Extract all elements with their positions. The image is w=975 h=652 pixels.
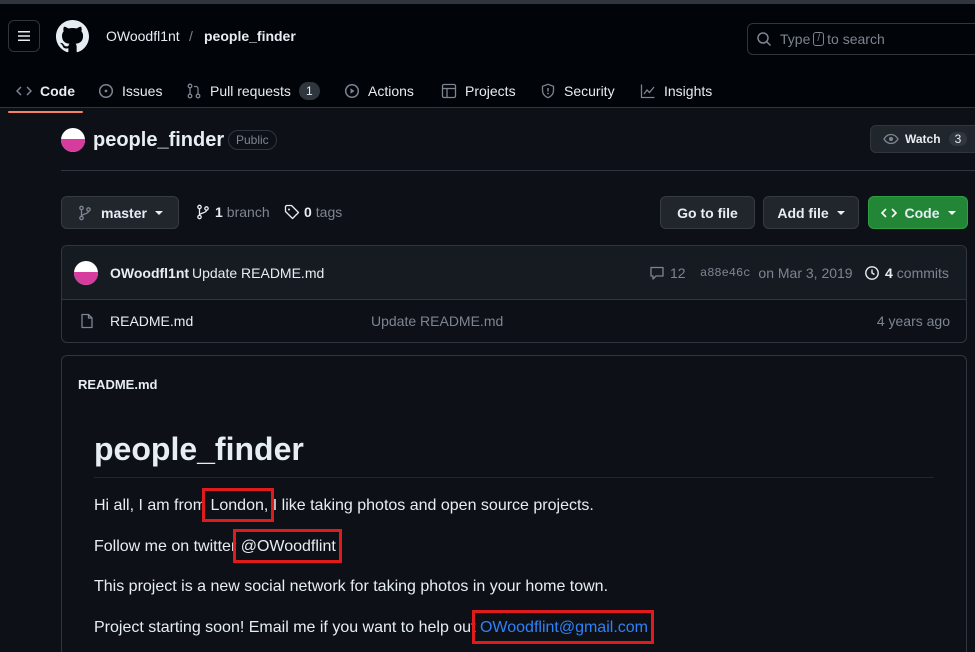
pull-requests-count: 1	[298, 82, 320, 100]
github-logo-icon[interactable]	[56, 20, 89, 53]
p2-text-pre: Follow me on twitter	[94, 538, 237, 555]
commit-author[interactable]: OWoodfl1nt	[110, 265, 189, 281]
tab-issues-label: Issues	[122, 83, 163, 99]
comment-count: 12	[670, 265, 686, 281]
tags-link[interactable]: 0 tags	[284, 204, 342, 220]
file-name[interactable]: README.md	[110, 313, 193, 329]
visibility-badge: Public	[228, 130, 277, 150]
table-icon	[441, 83, 457, 99]
file-age: 4 years ago	[876, 313, 950, 329]
tag-word: tags	[315, 204, 343, 220]
global-header: OWoodfl1nt / people_finder Type / to sea…	[0, 0, 975, 113]
branch-icon	[79, 205, 91, 220]
tab-projects[interactable]: Projects	[441, 70, 516, 112]
readme-box: README.md people_finder Hi all, I am fro…	[61, 355, 967, 652]
commits-history-link[interactable]: 4 commits	[864, 265, 949, 281]
search-placeholder-post: to search	[827, 31, 885, 47]
search-placeholder-pre: Type	[780, 31, 811, 47]
code-button-label: Code	[904, 204, 940, 221]
watch-label: Watch	[905, 132, 941, 146]
repo-title[interactable]: people_finder	[93, 129, 224, 152]
commit-comments[interactable]: 12	[649, 265, 686, 281]
add-file-button[interactable]: Add file	[763, 196, 859, 229]
p4-text-pre: Project starting soon! Email me if you w…	[94, 619, 476, 636]
breadcrumb-separator: /	[189, 28, 193, 44]
header-divider	[61, 170, 975, 171]
owner-link[interactable]: OWoodfl1nt	[106, 28, 180, 44]
hamburger-icon	[18, 31, 30, 41]
file-icon	[81, 313, 93, 329]
shield-icon	[541, 83, 555, 99]
readme-heading: people_finder	[94, 431, 304, 467]
tab-security-label: Security	[564, 83, 615, 99]
commit-message[interactable]: Update README.md	[192, 265, 324, 281]
readme-paragraph-location: Hi all, I am from London, I like taking …	[94, 497, 594, 515]
issue-icon	[98, 83, 114, 99]
add-file-label: Add file	[777, 204, 829, 221]
tab-pull-requests-label: Pull requests	[210, 83, 291, 99]
search-icon	[757, 32, 772, 47]
pull-request-icon	[187, 83, 201, 99]
file-commit-message[interactable]: Update README.md	[371, 313, 503, 329]
tab-projects-label: Projects	[465, 83, 516, 99]
search-input[interactable]: Type / to search	[747, 23, 975, 55]
code-dropdown-button[interactable]: Code	[868, 196, 968, 229]
tab-insights-label: Insights	[664, 83, 713, 99]
p1-text-post: I like taking photos and open source pro…	[272, 497, 594, 514]
tab-pull-requests[interactable]: Pull requests 1	[186, 70, 320, 112]
latest-commit-bar: OWoodfl1nt Update README.md 12 a88e46c o…	[62, 246, 966, 300]
repo-nav-tabs: Code Issues Pull requests 1 Actions Proj…	[0, 70, 975, 113]
commits-count: 4	[885, 265, 893, 281]
graph-icon	[640, 84, 655, 99]
tab-insights[interactable]: Insights	[640, 70, 712, 112]
readme-paragraph-twitter: Follow me on twitter @OWoodflint	[94, 538, 336, 556]
comment-icon	[650, 266, 664, 280]
tag-icon	[284, 204, 300, 220]
tab-security[interactable]: Security	[540, 70, 615, 112]
tab-code-label: Code	[40, 83, 75, 99]
commit-date: on Mar 3, 2019	[758, 265, 853, 281]
history-icon	[865, 266, 879, 280]
readme-paragraph-email: Project starting soon! Email me if you w…	[94, 619, 648, 637]
tab-issues[interactable]: Issues	[98, 70, 162, 112]
branch-word: branch	[226, 204, 270, 220]
tag-count: 0	[304, 204, 312, 220]
branch-count: 1	[215, 204, 223, 220]
commit-author-avatar[interactable]	[74, 261, 98, 285]
tab-actions-label: Actions	[368, 83, 414, 99]
tab-actions[interactable]: Actions	[344, 70, 414, 112]
search-shortcut-key: /	[813, 32, 825, 46]
watch-button[interactable]: Watch 3	[870, 125, 975, 153]
chevron-down-icon	[836, 210, 845, 215]
highlighted-twitter-handle: @OWoodflint	[240, 538, 336, 555]
branches-link[interactable]: 1 branch	[195, 204, 270, 220]
tab-code[interactable]: Code	[8, 70, 83, 113]
commit-sha[interactable]: a88e46c	[700, 266, 750, 280]
play-icon	[344, 83, 360, 99]
eye-icon	[883, 133, 899, 145]
email-link[interactable]: OWoodflint@gmail.com	[480, 619, 648, 636]
branch-name: master	[101, 204, 147, 221]
commit-info: a88e46c on Mar 3, 2019	[700, 265, 853, 281]
readme-paragraph-description: This project is a new social network for…	[94, 578, 609, 595]
heading-rule	[94, 477, 934, 478]
branch-select-button[interactable]: master	[61, 196, 179, 229]
file-list-box: OWoodfl1nt Update README.md 12 a88e46c o…	[61, 245, 967, 343]
chevron-down-icon	[154, 210, 163, 215]
code-icon	[880, 207, 897, 218]
repo-link[interactable]: people_finder	[204, 28, 296, 44]
p1-text-pre: Hi all, I am from	[94, 497, 207, 514]
commits-word: commits	[896, 265, 949, 281]
go-to-file-button[interactable]: Go to file	[660, 196, 755, 229]
branch-icon	[197, 204, 209, 220]
highlighted-city: London,	[210, 497, 269, 514]
chevron-down-icon	[947, 210, 956, 215]
code-icon	[16, 86, 32, 96]
repo-owner-avatar[interactable]	[61, 128, 85, 152]
watch-count: 3	[948, 132, 968, 146]
menu-button[interactable]	[8, 20, 40, 52]
readme-label[interactable]: README.md	[78, 377, 157, 392]
